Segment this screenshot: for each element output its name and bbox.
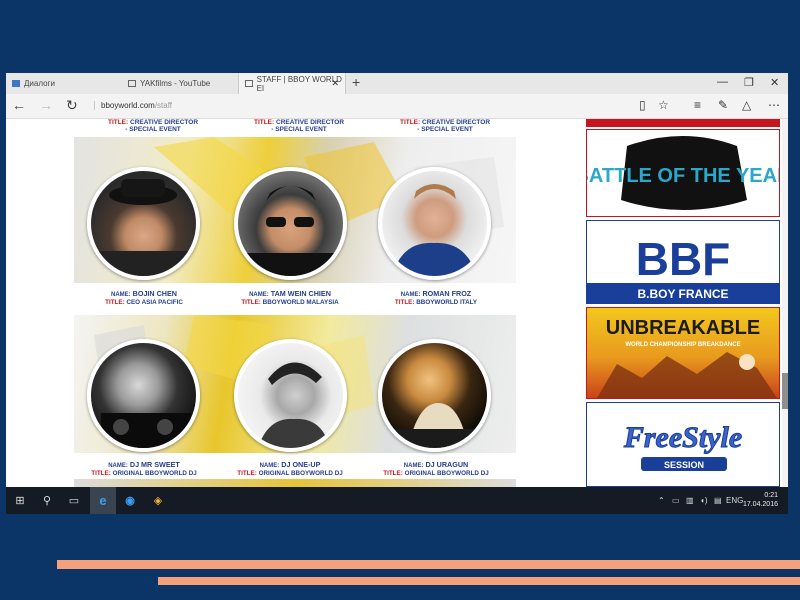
- page-icon: [128, 80, 136, 87]
- clock-time: 0:21: [764, 492, 778, 499]
- page-scrollbar[interactable]: [782, 119, 788, 487]
- person-image: [101, 413, 191, 448]
- sponsor-battle-of-the-year[interactable]: BATTLE OF THE YEAR: [586, 129, 780, 217]
- page-icon: [245, 80, 253, 87]
- staff-name: NAME: DJ MR SWEET: [108, 460, 180, 470]
- decorative-bar: [57, 560, 800, 569]
- show-hidden-icons-icon[interactable]: ⌃: [658, 496, 665, 505]
- minimize-button[interactable]: —: [717, 76, 728, 88]
- system-clock[interactable]: 0:21 17.04.2016: [743, 491, 778, 509]
- web-note-icon[interactable]: ✎: [718, 98, 728, 112]
- graffiti-strip: [74, 479, 516, 487]
- staff-title: TITLE: ORIGINAL BBOYWORLD DJ: [91, 470, 197, 477]
- url-field[interactable]: bboyworld.com/staff: [94, 101, 172, 110]
- desktop-screen: Диалоги YAKfilms - YouTube STAFF | BBOY …: [6, 73, 788, 514]
- person-image: [91, 179, 196, 276]
- staff-title: TITLE: ORIGINAL BBOYWORLD DJ: [237, 470, 343, 477]
- ad-subtext: SESSION: [664, 460, 704, 470]
- staff-photo-dj-one-up: [234, 339, 347, 452]
- staff-photo-bojin-chen: [87, 167, 200, 280]
- more-icon[interactable]: ⋯: [768, 98, 780, 112]
- staff-title-top-1: TITLE: CREATIVE DIRECTOR - SPECIAL EVENT: [107, 119, 199, 133]
- sponsor-top-partial[interactable]: [586, 119, 780, 127]
- network-icon[interactable]: ▥: [686, 496, 694, 505]
- new-tab-button[interactable]: +: [352, 74, 360, 90]
- restore-button[interactable]: ❐: [744, 76, 754, 89]
- staff-photo-tam-wein-chien: [234, 167, 347, 280]
- edge-browser-icon[interactable]: e: [90, 487, 116, 514]
- person-image: [258, 362, 330, 448]
- person-image: [392, 184, 477, 276]
- tab-label: Диалоги: [24, 79, 55, 88]
- battle-of-the-year-logo: BATTLE OF THE YEAR: [587, 136, 779, 210]
- staff-name: NAME: ROMAN FROZ: [400, 289, 472, 299]
- clock-date: 17.04.2016: [742, 501, 778, 508]
- sponsor-freestyle-session[interactable]: FreeStyle SESSION: [586, 402, 780, 487]
- ie-browser-icon[interactable]: ◉: [122, 492, 138, 508]
- staff-photo-roman-froz: [378, 167, 491, 280]
- volume-icon[interactable]: ◖): [700, 496, 708, 505]
- staff-title: TITLE: ORIGINAL BBOYWORLD DJ: [383, 470, 489, 477]
- staff-title-top-3: TITLE: CREATIVE DIRECTOR - SPECIAL EVENT: [399, 119, 491, 133]
- scrollbar-thumb[interactable]: [782, 373, 788, 409]
- sponsor-sidebar: BATTLE OF THE YEAR BBF B.BOY FRANCE UNBR…: [584, 119, 788, 487]
- unbreakable-logo: UNBREAKABLE WORLD CHAMPIONSHIP BREAKDANC…: [597, 317, 777, 398]
- tab-youtube[interactable]: YAKfilms - YouTube: [122, 73, 238, 94]
- tab-staff[interactable]: STAFF | BBOY WORLD EI ✕: [238, 73, 346, 94]
- ad-text: FreeStyle: [623, 421, 742, 454]
- address-bar: ← → ↻ bboyworld.com/staff ▯ ☆ ≡ ✎ △ ⋯: [6, 94, 788, 119]
- battery-icon[interactable]: ▭: [672, 496, 680, 505]
- url-path: /staff: [154, 101, 173, 110]
- back-arrow-icon[interactable]: ←: [12, 97, 26, 113]
- reading-view-icon[interactable]: ▯: [639, 98, 646, 112]
- url-domain: bboyworld.com: [101, 101, 155, 110]
- ad-text: BATTLE OF THE YEAR: [587, 165, 779, 187]
- staff-name: NAME: DJ URAGUN: [403, 460, 469, 470]
- chat-icon: [12, 80, 20, 87]
- staff-title-top-2: TITLE: CREATIVE DIRECTOR - SPECIAL EVENT: [253, 119, 345, 133]
- windows-taskbar: ⊞ ⚲ ▭ e ◉ ◈ ⌃ ▭ ▥ ◖) ▤ ENG 0:21 17.04.20…: [6, 487, 788, 514]
- tab-dialogs[interactable]: Диалоги: [6, 73, 122, 94]
- ad-subtext: B.BOY FRANCE: [637, 287, 728, 301]
- app-pinned-icon[interactable]: ◈: [150, 492, 166, 508]
- freestyle-session-logo: FreeStyle SESSION: [622, 421, 743, 471]
- bbf-logo: BBF B.BOY FRANCE: [587, 233, 779, 303]
- staff-title: TITLE: BBOYWORLD MALAYSIA: [241, 299, 339, 306]
- close-window-button[interactable]: ✕: [770, 76, 779, 89]
- decorative-bar: [158, 577, 800, 585]
- person-image: [238, 186, 343, 276]
- ad-text: BBF: [636, 233, 731, 285]
- forward-arrow-icon[interactable]: →: [39, 97, 53, 113]
- web-content: TITLE: CREATIVE DIRECTOR - SPECIAL EVENT …: [6, 119, 788, 487]
- staff-name: NAME: DJ ONE-UP: [259, 460, 321, 470]
- staff-title: TITLE: CEO ASIA PACIFIC: [105, 299, 183, 306]
- sponsor-unbreakable[interactable]: UNBREAKABLE WORLD CHAMPIONSHIP BREAKDANC…: [586, 307, 780, 399]
- tab-label: YAKfilms - YouTube: [140, 79, 211, 88]
- staff-name: NAME: TAM WEIN CHIEN: [249, 289, 331, 299]
- sponsor-bbf[interactable]: BBF B.BOY FRANCE: [586, 220, 780, 304]
- person-image: [396, 403, 476, 448]
- share-icon[interactable]: △: [742, 98, 751, 112]
- browser-tab-bar: Диалоги YAKfilms - YouTube STAFF | BBOY …: [6, 73, 788, 94]
- favorite-star-icon[interactable]: ☆: [658, 98, 669, 112]
- staff-page: TITLE: CREATIVE DIRECTOR - SPECIAL EVENT …: [6, 119, 584, 487]
- ad-text: UNBREAKABLE: [606, 317, 760, 339]
- input-language[interactable]: ENG: [726, 496, 743, 505]
- task-view-icon[interactable]: ▭: [66, 492, 82, 508]
- staff-title: TITLE: BBOYWORLD ITALY: [394, 299, 478, 306]
- staff-name: NAME: BOJIN CHEN: [110, 289, 177, 299]
- staff-photo-dj-uragun: [378, 339, 491, 452]
- close-tab-icon[interactable]: ✕: [331, 78, 339, 89]
- search-icon[interactable]: ⚲: [39, 492, 55, 508]
- hub-icon[interactable]: ≡: [694, 98, 701, 112]
- refresh-icon[interactable]: ↻: [66, 97, 78, 114]
- windows-start-icon[interactable]: ⊞: [12, 492, 28, 508]
- message-icon[interactable]: ▤: [714, 496, 722, 505]
- staff-photo-dj-mr-sweet: [87, 339, 200, 452]
- ad-subtext: WORLD CHAMPIONSHIP BREAKDANCE: [625, 342, 740, 348]
